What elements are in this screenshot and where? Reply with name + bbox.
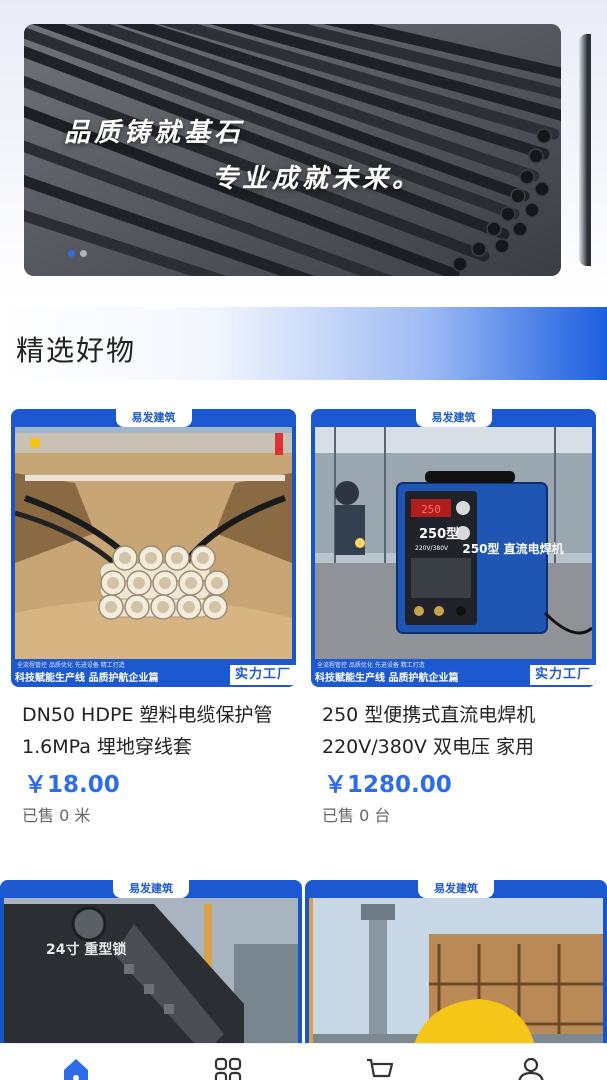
- product-title[interactable]: 250 型便携式直流电焊机 220V/380V 双电压 家用: [322, 699, 592, 763]
- image-caption-band: 全流程管控 品质优化 先进设备 精工打造 科技赋能生产线 品质护航企业篇 实力工…: [11, 659, 296, 687]
- welder-side-label: 250型 直流电焊机: [462, 541, 563, 556]
- tab-home[interactable]: [0, 1044, 152, 1080]
- product-price: ￥18.00: [24, 772, 120, 798]
- product-card[interactable]: 250 250型 220V/380V 250型 直流电焊机 易发建筑 全流程管控…: [311, 409, 601, 829]
- tool-photo: 24寸 重型锁: [4, 884, 298, 1043]
- product-card[interactable]: 易发建筑 全流程管控 品质优化 先进设备 精工打造 科技赋能生产线 品质护航企业…: [11, 409, 301, 829]
- product-image[interactable]: 易发建筑: [305, 880, 607, 1043]
- tool-photo-label: 24寸 重型锁: [46, 941, 126, 958]
- banner-subheadline: 专业成就未来。: [212, 164, 423, 194]
- welder-display-text: 250: [421, 503, 441, 516]
- caption-badge: 实力工厂: [529, 665, 596, 685]
- brand-tag: 易发建筑: [415, 409, 492, 427]
- product-image[interactable]: 24寸 重型锁 易发建筑: [0, 880, 302, 1043]
- carousel-indicator: [68, 250, 87, 257]
- section-title: 精选好物: [16, 334, 137, 367]
- carousel-dot-active[interactable]: [68, 250, 75, 257]
- user-icon: [518, 1057, 544, 1080]
- product-sold-count: 已售 0 台: [322, 806, 391, 825]
- welder-photo: 250 250型 220V/380V 250型 直流电焊机: [315, 413, 592, 671]
- product-card[interactable]: 24寸 重型锁 易发建筑: [0, 880, 302, 1043]
- welder-front-label: 250型: [419, 526, 459, 542]
- product-image[interactable]: 易发建筑 全流程管控 品质优化 先进设备 精工打造 科技赋能生产线 品质护航企业…: [11, 409, 296, 687]
- rebar-photo: [24, 24, 561, 276]
- image-caption-band: 全流程管控 品质优化 先进设备 精工打造 科技赋能生产线 品质护航企业篇 实力工…: [311, 659, 596, 687]
- caption-badge: 实力工厂: [229, 665, 296, 685]
- product-title[interactable]: DN50 HDPE 塑料电缆保护管 1.6MPa 埋地穿线套: [22, 699, 292, 763]
- tab-cart[interactable]: [304, 1044, 456, 1080]
- next-banner-peek[interactable]: [579, 34, 591, 266]
- cart-icon: [367, 1058, 394, 1078]
- caption-left: 科技赋能生产线 品质护航企业篇: [15, 673, 159, 684]
- featured-section-header: 精选好物: [0, 307, 607, 380]
- welder-panel-label: 220V/380V: [415, 545, 449, 552]
- product-card[interactable]: 易发建筑: [305, 880, 607, 1043]
- brand-tag: 易发建筑: [115, 409, 192, 427]
- brand-tag: 易发建筑: [113, 880, 189, 898]
- banner-headline: 品质铸就基石: [64, 118, 245, 148]
- brand-tag: 易发建筑: [418, 880, 494, 898]
- product-price: ￥1280.00: [324, 772, 452, 798]
- bottom-tab-bar: [0, 1043, 607, 1080]
- tab-category[interactable]: [152, 1044, 304, 1080]
- product-sold-count: 已售 0 米: [22, 806, 91, 825]
- grid-icon: [214, 1057, 241, 1080]
- caption-small: 全流程管控 品质优化 先进设备 精工打造: [17, 662, 125, 669]
- pipe-trench-photo: [15, 413, 292, 671]
- caption-small: 全流程管控 品质优化 先进设备 精工打造: [317, 662, 425, 669]
- tab-profile[interactable]: [455, 1044, 607, 1080]
- banner-carousel[interactable]: 品质铸就基石 专业成就未来。: [24, 24, 561, 276]
- carousel-dot[interactable]: [80, 250, 87, 257]
- product-image[interactable]: 250 250型 220V/380V 250型 直流电焊机 易发建筑 全流程管控…: [311, 409, 596, 687]
- caption-left: 科技赋能生产线 品质护航企业篇: [315, 673, 459, 684]
- home-icon: [63, 1059, 88, 1080]
- construction-site-photo: [309, 884, 603, 1043]
